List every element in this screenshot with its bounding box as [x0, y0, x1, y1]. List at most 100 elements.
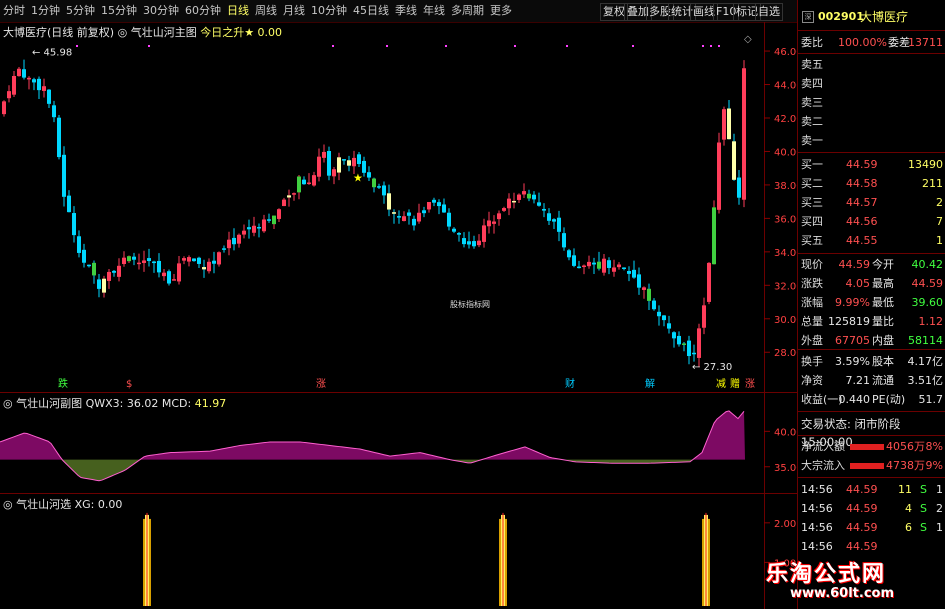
peak-price-label: ← 45.98: [32, 47, 72, 58]
candle-body: [42, 86, 46, 91]
candle-body: [367, 172, 371, 178]
period-tab-6[interactable]: 日线: [224, 2, 252, 20]
flow-label: 大宗流入: [801, 459, 845, 472]
candle-body: [202, 267, 206, 270]
candle-body: [467, 241, 471, 245]
candle-body: [387, 193, 391, 210]
candle-body: [192, 258, 196, 262]
candle-body: [92, 262, 96, 276]
tick-price: 44.59: [846, 502, 878, 515]
candle-body: [117, 265, 121, 277]
period-tab-2[interactable]: 5分钟: [63, 2, 98, 20]
y-tick-label-8: 30.00: [774, 315, 797, 326]
event-tag-0[interactable]: 跌: [58, 377, 68, 390]
candle-body: [547, 213, 551, 221]
period-tab-8[interactable]: 月线: [280, 2, 308, 20]
candlestick-chart[interactable]: 46.00 44.00 42.00 40.00 38.00 36.00 34.00 32.00…: [0, 22, 797, 392]
candle-body: [162, 272, 166, 277]
candle-body: [12, 75, 16, 95]
toolbar-button-7[interactable]: 自选: [755, 3, 783, 21]
stat-label: 涨幅: [801, 296, 823, 309]
candle-body: [87, 264, 91, 267]
stat-value-2: 44.59: [911, 277, 944, 290]
period-tab-5[interactable]: 60分钟: [182, 2, 224, 20]
event-tag-4[interactable]: 解: [645, 377, 655, 390]
candle-body: [637, 274, 641, 288]
fund-label: 净资: [801, 374, 823, 387]
candle-body: [457, 233, 461, 235]
y-tick-label-0: 46.00: [774, 47, 797, 58]
candle-body: [212, 260, 216, 264]
buy-label: 买五: [801, 234, 823, 247]
fund-row-1: 净资 7.21 流通 3.51亿: [798, 372, 945, 390]
buy-price: 44.56: [846, 215, 878, 228]
buy-label: 买二: [801, 177, 823, 190]
period-tab-7[interactable]: 周线: [252, 2, 280, 20]
tick-volume: 4: [905, 502, 912, 515]
tick-count: 2: [936, 502, 943, 515]
signal-dot: [702, 45, 704, 47]
candle-body: [432, 199, 436, 203]
weibi-value: 100.00%: [838, 36, 887, 49]
buy-volume: 13490: [908, 158, 943, 171]
stock-badge-icon: 深: [802, 11, 814, 23]
signal-dot: [710, 45, 712, 47]
period-tab-9[interactable]: 10分钟: [308, 2, 350, 20]
buy-row-1: 买二 44.58 211: [798, 175, 945, 193]
candle-body: [157, 260, 161, 273]
event-tag-1[interactable]: $: [126, 379, 132, 390]
buy-volume: 211: [922, 177, 943, 190]
tick-price: 44.59: [846, 540, 878, 553]
stat-value: 4.05: [845, 277, 871, 290]
stat-value-2: 58114: [908, 334, 943, 347]
fund-label: 换手: [801, 355, 823, 368]
candle-body: [82, 249, 86, 263]
period-tab-0[interactable]: 分时: [0, 2, 28, 20]
event-tag-6[interactable]: 赠: [730, 377, 740, 390]
candle-body: [397, 216, 401, 218]
fund-row-2: 收益(一) 0.440 PE(动) 51.7: [798, 391, 945, 409]
y-tick-label-3: 40.00: [774, 147, 797, 158]
fund-label: 收益(一): [801, 393, 843, 406]
stat-label-2: 最低: [872, 296, 894, 309]
period-tab-10[interactable]: 45日线: [350, 2, 392, 20]
tick-row-2: 14:56 44.59 6 S 1: [798, 519, 945, 537]
period-tab-13[interactable]: 多周期: [448, 2, 487, 20]
tick-time: 14:56: [801, 521, 833, 534]
candle-body: [312, 175, 316, 186]
signal-dot: [718, 45, 720, 47]
fund-value-2: 51.7: [918, 393, 944, 406]
period-tab-14[interactable]: 更多: [487, 2, 515, 20]
period-tab-12[interactable]: 年线: [420, 2, 448, 20]
watermark-url[interactable]: www.60lt.com: [790, 586, 894, 601]
stat-value: 9.99%: [835, 296, 870, 309]
y-tick-label-9: 28.00: [774, 348, 797, 359]
candle-body: [32, 79, 36, 83]
period-tab-1[interactable]: 1分钟: [28, 2, 63, 20]
event-tag-7[interactable]: 涨: [745, 378, 755, 390]
event-tag-3[interactable]: 财: [565, 377, 575, 390]
sell-label: 卖五: [801, 58, 823, 71]
event-tag-2[interactable]: 涨: [316, 378, 326, 390]
buy-volume: 1: [936, 234, 943, 247]
sub-indicator-chart[interactable]: 40.00 35.00: [0, 393, 797, 493]
candle-body: [402, 216, 406, 222]
period-tab-11[interactable]: 季线: [392, 2, 420, 20]
candle-body: [717, 142, 721, 210]
period-tab-3[interactable]: 15分钟: [98, 2, 140, 20]
candle-body: [662, 315, 666, 321]
event-tag-5[interactable]: 减: [716, 378, 726, 390]
stat-label-2: 量比: [872, 315, 894, 328]
candle-body: [317, 156, 321, 177]
selection-signal-chart[interactable]: 2.001.00: [0, 494, 797, 609]
signal-dot: [566, 45, 568, 47]
stat-label-2: 最高: [872, 277, 894, 290]
fund-label-2: PE(动): [872, 393, 906, 406]
candle-body: [122, 257, 126, 265]
candle-body: [657, 311, 661, 317]
candle-body: [62, 154, 66, 197]
candle-body: [677, 335, 681, 345]
candle-body: [427, 202, 431, 210]
period-tab-4[interactable]: 30分钟: [140, 2, 182, 20]
candle-body: [197, 257, 201, 264]
